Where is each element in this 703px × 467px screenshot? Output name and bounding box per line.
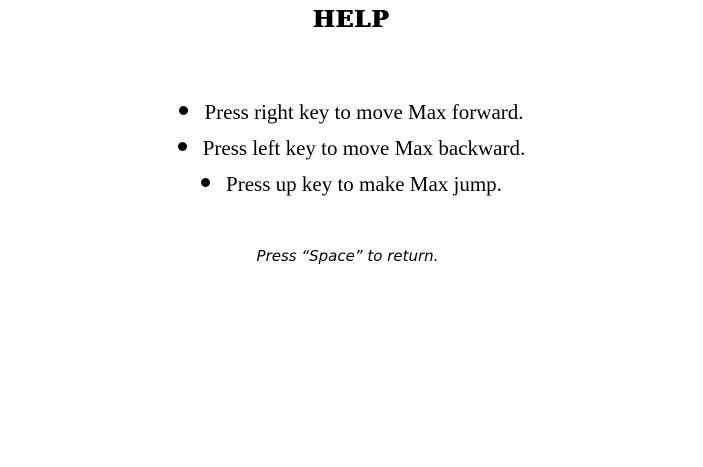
instruction-text: Press right key to move Max forward. <box>204 99 524 124</box>
instruction-item-move-forward: Press right key to move Max forward. <box>0 94 703 130</box>
instruction-item-jump: Press up key to make Max jump. <box>0 166 703 202</box>
instruction-text: Press left key to move Max backward. <box>202 135 526 160</box>
instruction-list: Press right key to move Max forward. Pre… <box>0 94 703 202</box>
bullet-icon <box>201 177 211 187</box>
instruction-item-move-backward: Press left key to move Max backward. <box>0 130 703 166</box>
bullet-icon <box>177 141 187 151</box>
help-title: HELP <box>313 6 390 33</box>
instruction-text: Press up key to make Max jump. <box>226 171 502 196</box>
return-hint: Press “Space” to return. <box>256 247 439 265</box>
bullet-icon <box>179 105 189 115</box>
